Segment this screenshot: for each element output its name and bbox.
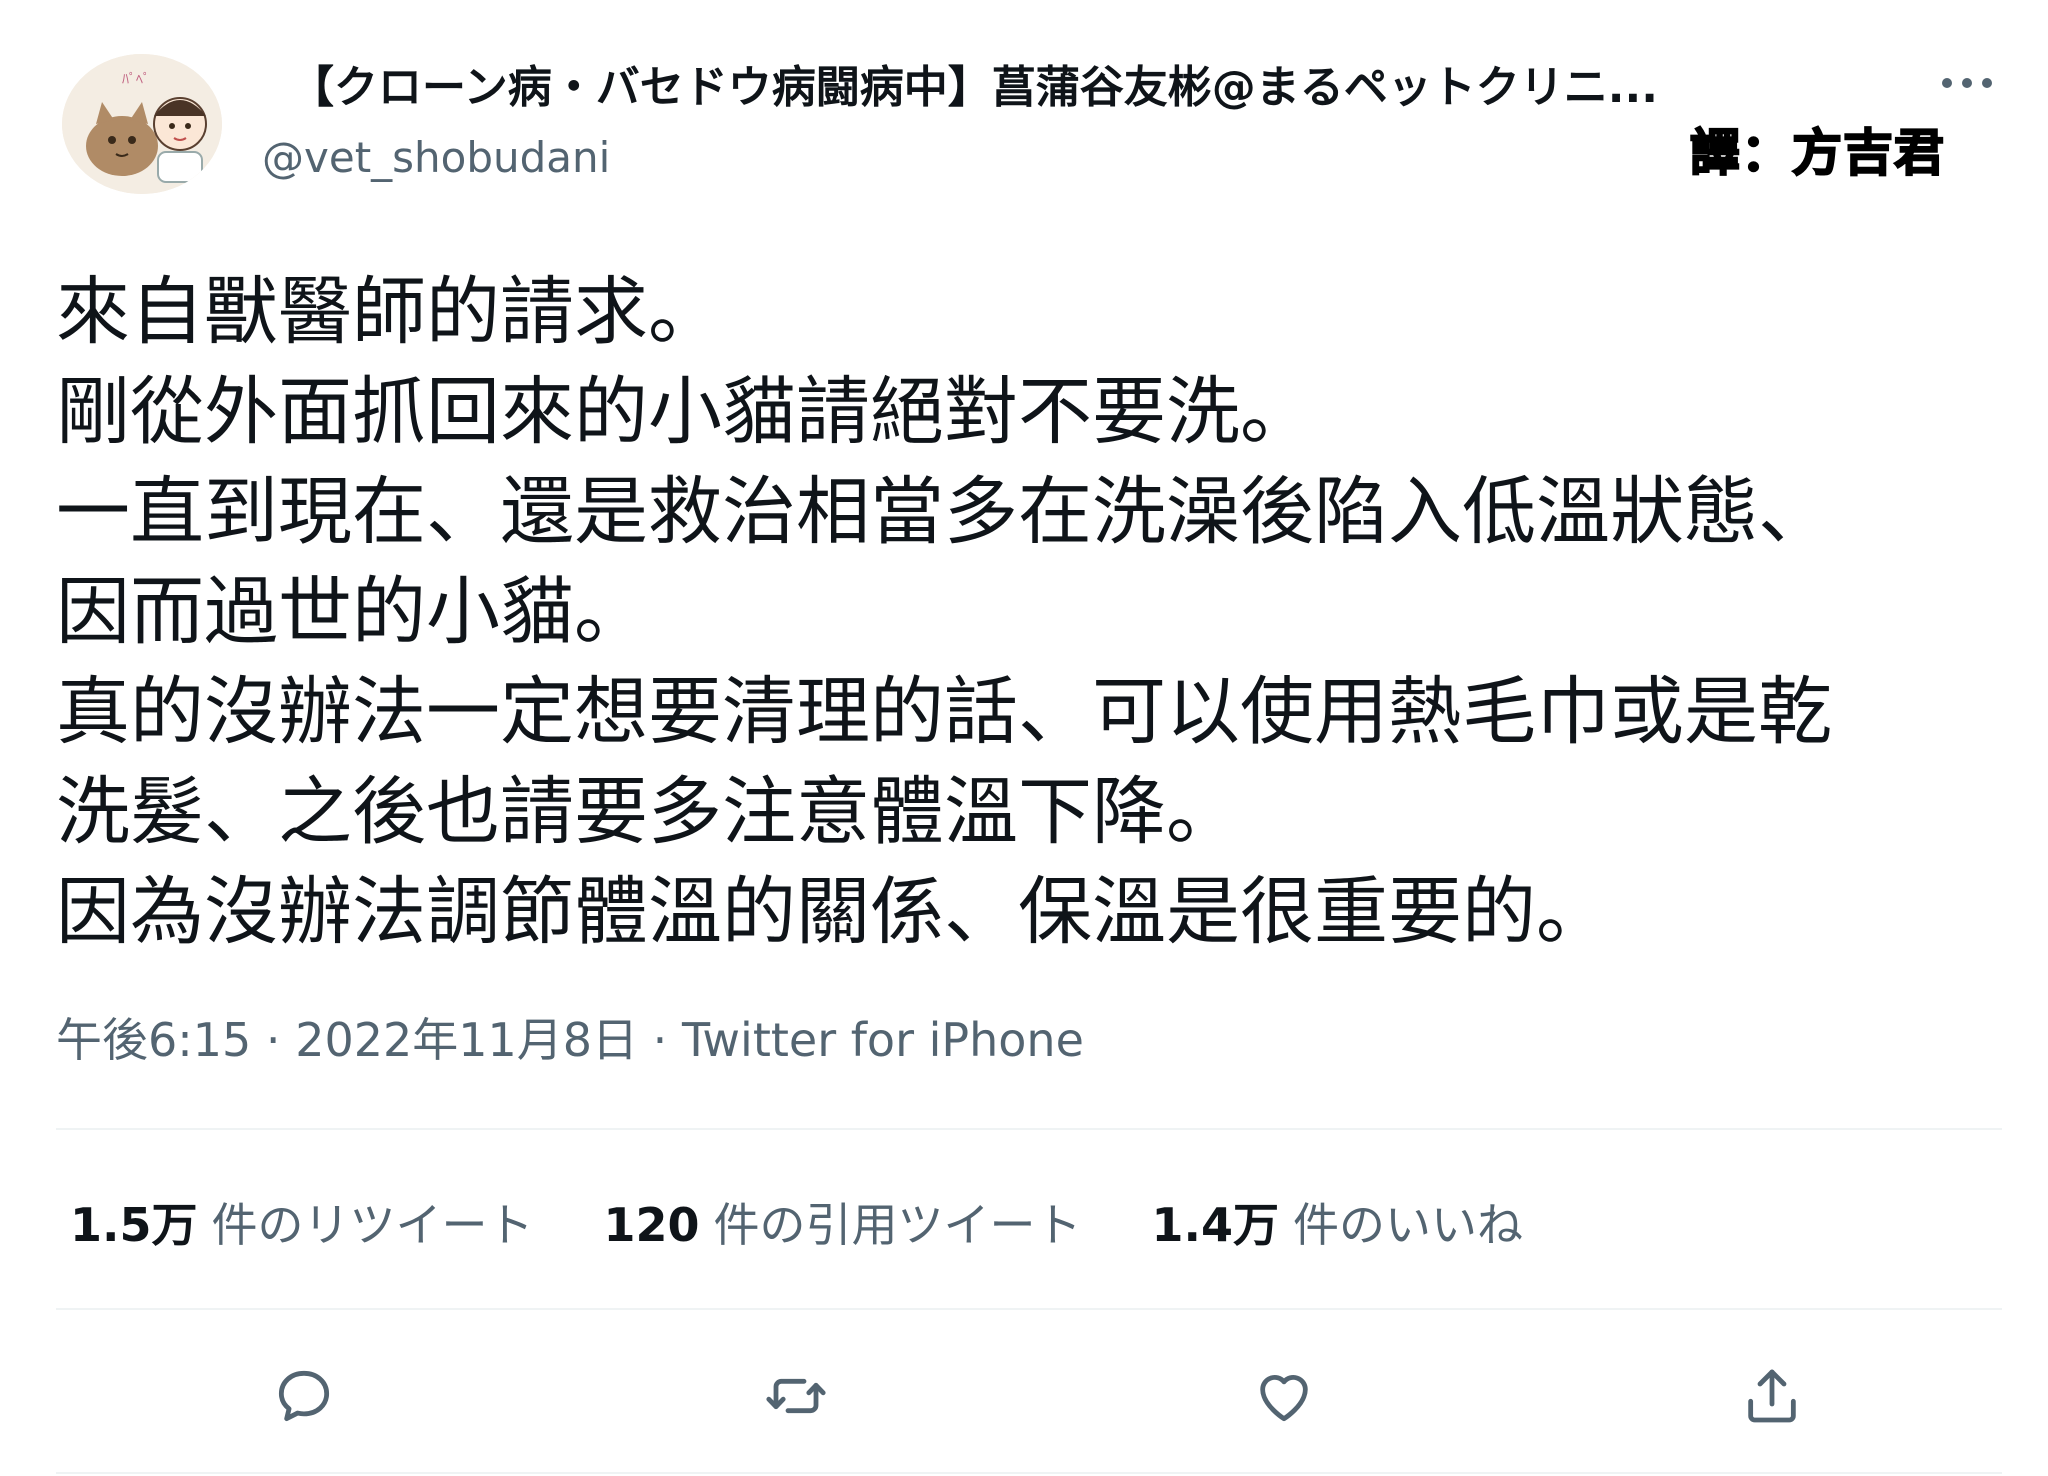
engagement-stats: 1.5万 件のリツイート 120 件の引用ツイート 1.4万 件のいいね xyxy=(70,1190,1593,1260)
author-handle[interactable]: @vet_shobudani xyxy=(262,130,610,186)
author-display-name[interactable]: 【クローン病・バセドウ病闘病中】菖蒲谷友彬@まるペットクリニ... xyxy=(290,58,1870,118)
retweet-count[interactable]: 1.5万 件のリツイート xyxy=(70,1195,534,1255)
action-bar xyxy=(56,1356,2002,1436)
retweet-count-label: 件のリツイート xyxy=(211,1198,534,1252)
tweet-date[interactable]: 2022年11月8日 xyxy=(295,1013,638,1067)
tweet-line: 剛從外面抓回來的小貓請絕對不要洗。 xyxy=(56,369,1314,455)
tweet-line: 來自獸醫師的請求。 xyxy=(56,269,722,355)
quote-count-value: 120 xyxy=(603,1198,700,1252)
reply-button[interactable] xyxy=(264,1356,344,1436)
divider xyxy=(56,1128,2002,1130)
like-button[interactable] xyxy=(1244,1356,1324,1436)
retweet-icon xyxy=(766,1378,826,1414)
tweet-line: 真的沒辦法一定想要清理的話、可以使用熱毛巾或是乾 xyxy=(56,669,1832,755)
like-count[interactable]: 1.4万 件のいいね xyxy=(1152,1195,1524,1255)
cat-doctor-avatar-icon: ﾊﾟﾍﾟ xyxy=(62,54,222,194)
svg-text:ﾊﾟﾍﾟ: ﾊﾟﾍﾟ xyxy=(122,72,150,88)
tweet-text: 來自獸醫師的請求。 剛從外面抓回來的小貓請絕對不要洗。 一直到現在、還是救治相當… xyxy=(56,262,2016,962)
meta-separator: · xyxy=(251,1013,296,1067)
tweet-line: 洗髮、之後也請要多注意體溫下降。 xyxy=(56,769,1240,855)
heart-icon xyxy=(1260,1375,1308,1422)
more-dots-icon xyxy=(1942,78,1992,88)
translator-watermark: 譯：方吉君 xyxy=(1689,123,1945,183)
tweet-meta: 午後6:15 · 2022年11月8日 · Twitter for iPhone xyxy=(56,1010,1084,1070)
tweet-line: 因而過世的小貓。 xyxy=(56,569,648,655)
tweet-source[interactable]: Twitter for iPhone xyxy=(682,1013,1084,1067)
retweet-button[interactable] xyxy=(756,1356,836,1436)
share-icon xyxy=(1748,1369,1796,1423)
quote-count-label: 件の引用ツイート xyxy=(713,1198,1082,1252)
reply-icon xyxy=(278,1370,330,1422)
share-button[interactable] xyxy=(1732,1356,1812,1436)
tweet-line: 一直到現在、還是救治相當多在洗澡後陷入低溫狀態、 xyxy=(56,469,1832,555)
tweet-time[interactable]: 午後6:15 xyxy=(56,1013,251,1067)
like-count-value: 1.4万 xyxy=(1151,1198,1280,1252)
retweet-count-value: 1.5万 xyxy=(70,1198,198,1252)
more-button[interactable] xyxy=(1932,58,2002,108)
divider xyxy=(56,1308,2002,1310)
quote-count[interactable]: 120 件の引用ツイート xyxy=(604,1195,1082,1255)
meta-separator: · xyxy=(638,1013,682,1067)
divider xyxy=(56,1472,2002,1474)
like-count-label: 件のいいね xyxy=(1293,1198,1524,1252)
tweet-line: 因為沒辦法調節體溫的關係、保溫是很重要的。 xyxy=(56,869,1610,955)
avatar[interactable]: ﾊﾟﾍﾟ xyxy=(62,54,222,194)
